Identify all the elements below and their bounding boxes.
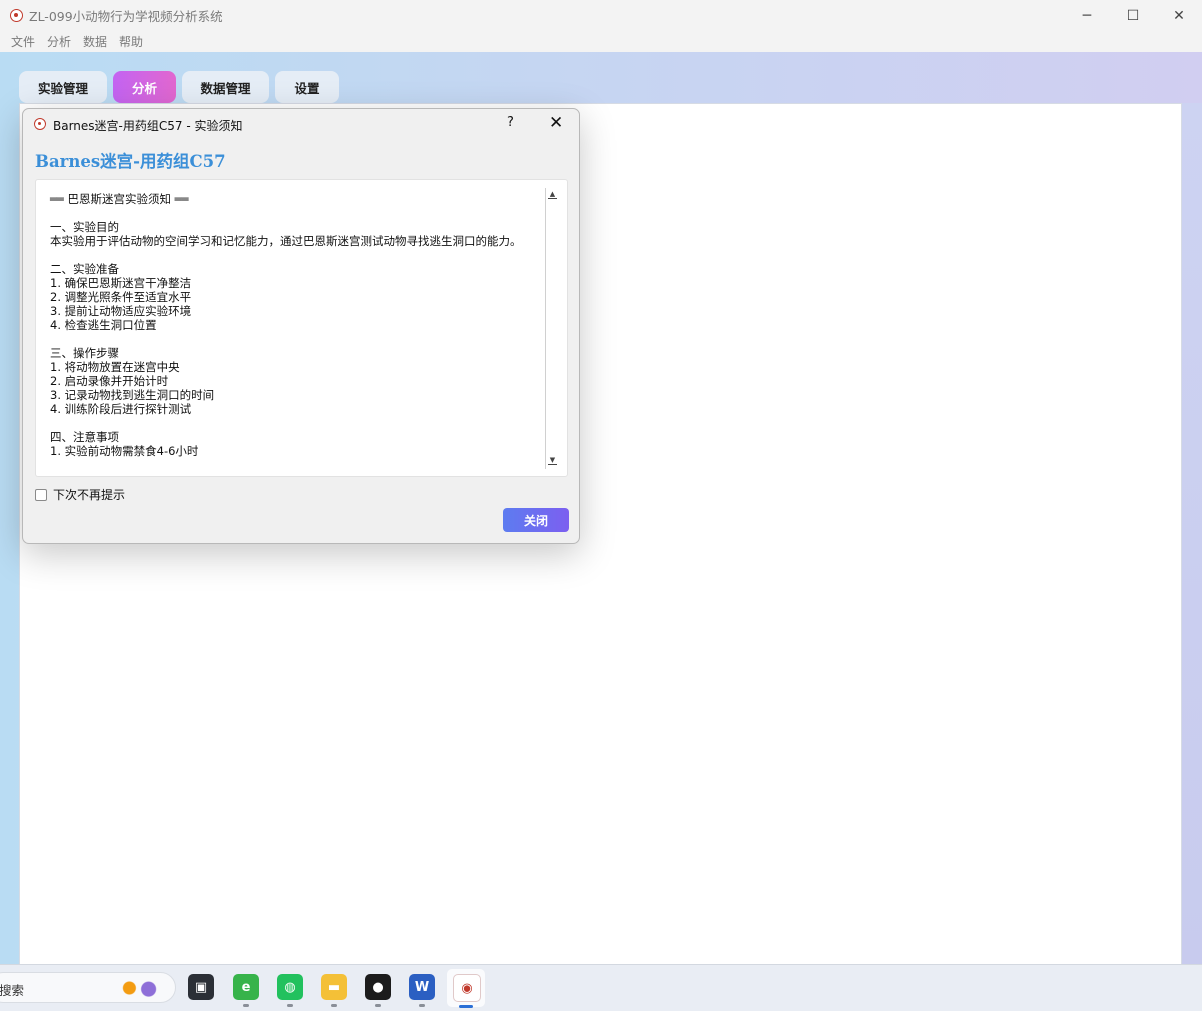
notice-line: 一、实验目的 — [50, 220, 119, 234]
tab-settings[interactable]: 设置 — [275, 71, 339, 103]
tab-bar: 实验管理 分析 数据管理 设置 — [19, 71, 345, 103]
notice-line: 3. 提前让动物适应实验环境 — [50, 304, 192, 318]
notice-line: 2. 启动录像并开始计时 — [50, 374, 169, 388]
dialog-titlebar: Barnes迷宫-用药组C57 - 实验须知 ? ✕ — [23, 109, 579, 139]
notice-line: 1. 实验前动物需禁食4-6小时 — [50, 444, 199, 458]
notice-line: 2. 调整光照条件至适宜水平 — [50, 290, 192, 304]
scroll-down-arrow-icon[interactable]: ▼ — [548, 456, 557, 465]
help-icon[interactable]: ? — [507, 115, 514, 130]
window-title: ZL-099小动物行为学视频分析系统 — [29, 9, 223, 24]
notice-line — [50, 206, 528, 220]
search-decoration-icon — [115, 977, 163, 999]
notice-line — [50, 248, 528, 262]
notice-line — [50, 332, 528, 346]
dialog-title: Barnes迷宫-用药组C57 - 实验须知 — [53, 119, 243, 133]
notice-line: 1. 确保巴恩斯迷宫干净整洁 — [50, 276, 192, 290]
window-controls: ─ ☐ ✕ — [1064, 0, 1202, 31]
explorer-running-indicator — [331, 1004, 337, 1007]
notice-line: ══ 巴恩斯迷宫实验须知 ══ — [50, 192, 189, 206]
word-running-indicator — [419, 1004, 425, 1007]
dont-show-again-checkbox[interactable] — [35, 488, 47, 501]
notice-text: ══ 巴恩斯迷宫实验须知 ══ 一、实验目的 本实验用于评估动物的空间学习和记忆能力… — [50, 192, 528, 458]
notice-line: 三、操作步骤 — [50, 346, 119, 360]
dont-show-again-label[interactable]: 下次不再提示 — [53, 486, 125, 503]
maximize-button[interactable]: ☐ — [1110, 0, 1156, 31]
dialog-heading: Barnes迷宫-用药组C57 — [35, 152, 226, 171]
notice-line — [50, 416, 528, 430]
notice-line: 4. 训练阶段后进行探针测试 — [50, 402, 192, 416]
experiment-notice-dialog: Barnes迷宫-用药组C57 - 实验须知 ? ✕ Barnes迷宫-用药组C… — [22, 108, 580, 544]
notice-scrollbar[interactable]: ▲ ▼ — [545, 188, 557, 469]
scroll-up-arrow-icon[interactable]: ▲ — [548, 190, 557, 199]
minimize-button[interactable]: ─ — [1064, 0, 1110, 31]
notice-line: 二、实验准备 — [50, 262, 119, 276]
tab-analysis[interactable]: 分析 — [113, 71, 176, 103]
taskbar: 搜索 ▣ e ◍ ▬ ● W ◉ — [0, 964, 1202, 1011]
wechat-running-indicator — [287, 1004, 293, 1007]
notice-line: 3. 记录动物找到逃生洞口的时间 — [50, 388, 215, 402]
word-icon[interactable]: W — [409, 974, 435, 1000]
dialog-logo-icon — [34, 118, 46, 130]
taskbar-search[interactable]: 搜索 — [0, 972, 176, 1003]
qq-icon[interactable]: ● — [365, 974, 391, 1000]
zl-analysis-app-icon[interactable]: ◉ — [453, 974, 481, 1002]
notice-line: 1. 将动物放置在迷宫中央 — [50, 360, 180, 374]
window-edge — [1182, 103, 1202, 964]
menu-analysis[interactable]: 分析 — [47, 33, 71, 50]
app-logo-icon — [10, 9, 23, 22]
notice-line: 本实验用于评估动物的空间学习和记忆能力，通过巴恩斯迷宫测试动物寻找逃生洞口的能力… — [50, 234, 522, 248]
dont-show-again-row[interactable]: 下次不再提示 — [35, 486, 125, 503]
menu-bar: 文件 分析 数据 帮助 — [0, 31, 1202, 52]
notice-line: 四、注意事项 — [50, 430, 119, 444]
close-window-button[interactable]: ✕ — [1156, 0, 1202, 31]
ie-running-indicator — [243, 1004, 249, 1007]
menu-file[interactable]: 文件 — [11, 33, 35, 50]
notice-line: 4. 检查逃生洞口位置 — [50, 318, 157, 332]
menu-data[interactable]: 数据 — [83, 33, 107, 50]
ie-browser-icon[interactable]: e — [233, 974, 259, 1000]
qq-running-indicator — [375, 1004, 381, 1007]
window-titlebar: ZL-099小动物行为学视频分析系统 ─ ☐ ✕ — [0, 0, 1202, 31]
tab-experiment-management[interactable]: 实验管理 — [19, 71, 107, 103]
wechat-icon[interactable]: ◍ — [277, 974, 303, 1000]
notice-text-area[interactable]: ══ 巴恩斯迷宫实验须知 ══ 一、实验目的 本实验用于评估动物的空间学习和记忆能力… — [35, 179, 568, 477]
file-explorer-icon[interactable]: ▬ — [321, 974, 347, 1000]
search-placeholder: 搜索 — [0, 983, 25, 998]
task-view-icon[interactable]: ▣ — [188, 974, 214, 1000]
tab-data-management[interactable]: 数据管理 — [182, 71, 269, 103]
menu-help[interactable]: 帮助 — [119, 33, 143, 50]
dialog-close-icon[interactable]: ✕ — [549, 113, 563, 133]
active-app-indicator — [459, 1005, 473, 1008]
close-button[interactable]: 关闭 — [503, 508, 569, 532]
